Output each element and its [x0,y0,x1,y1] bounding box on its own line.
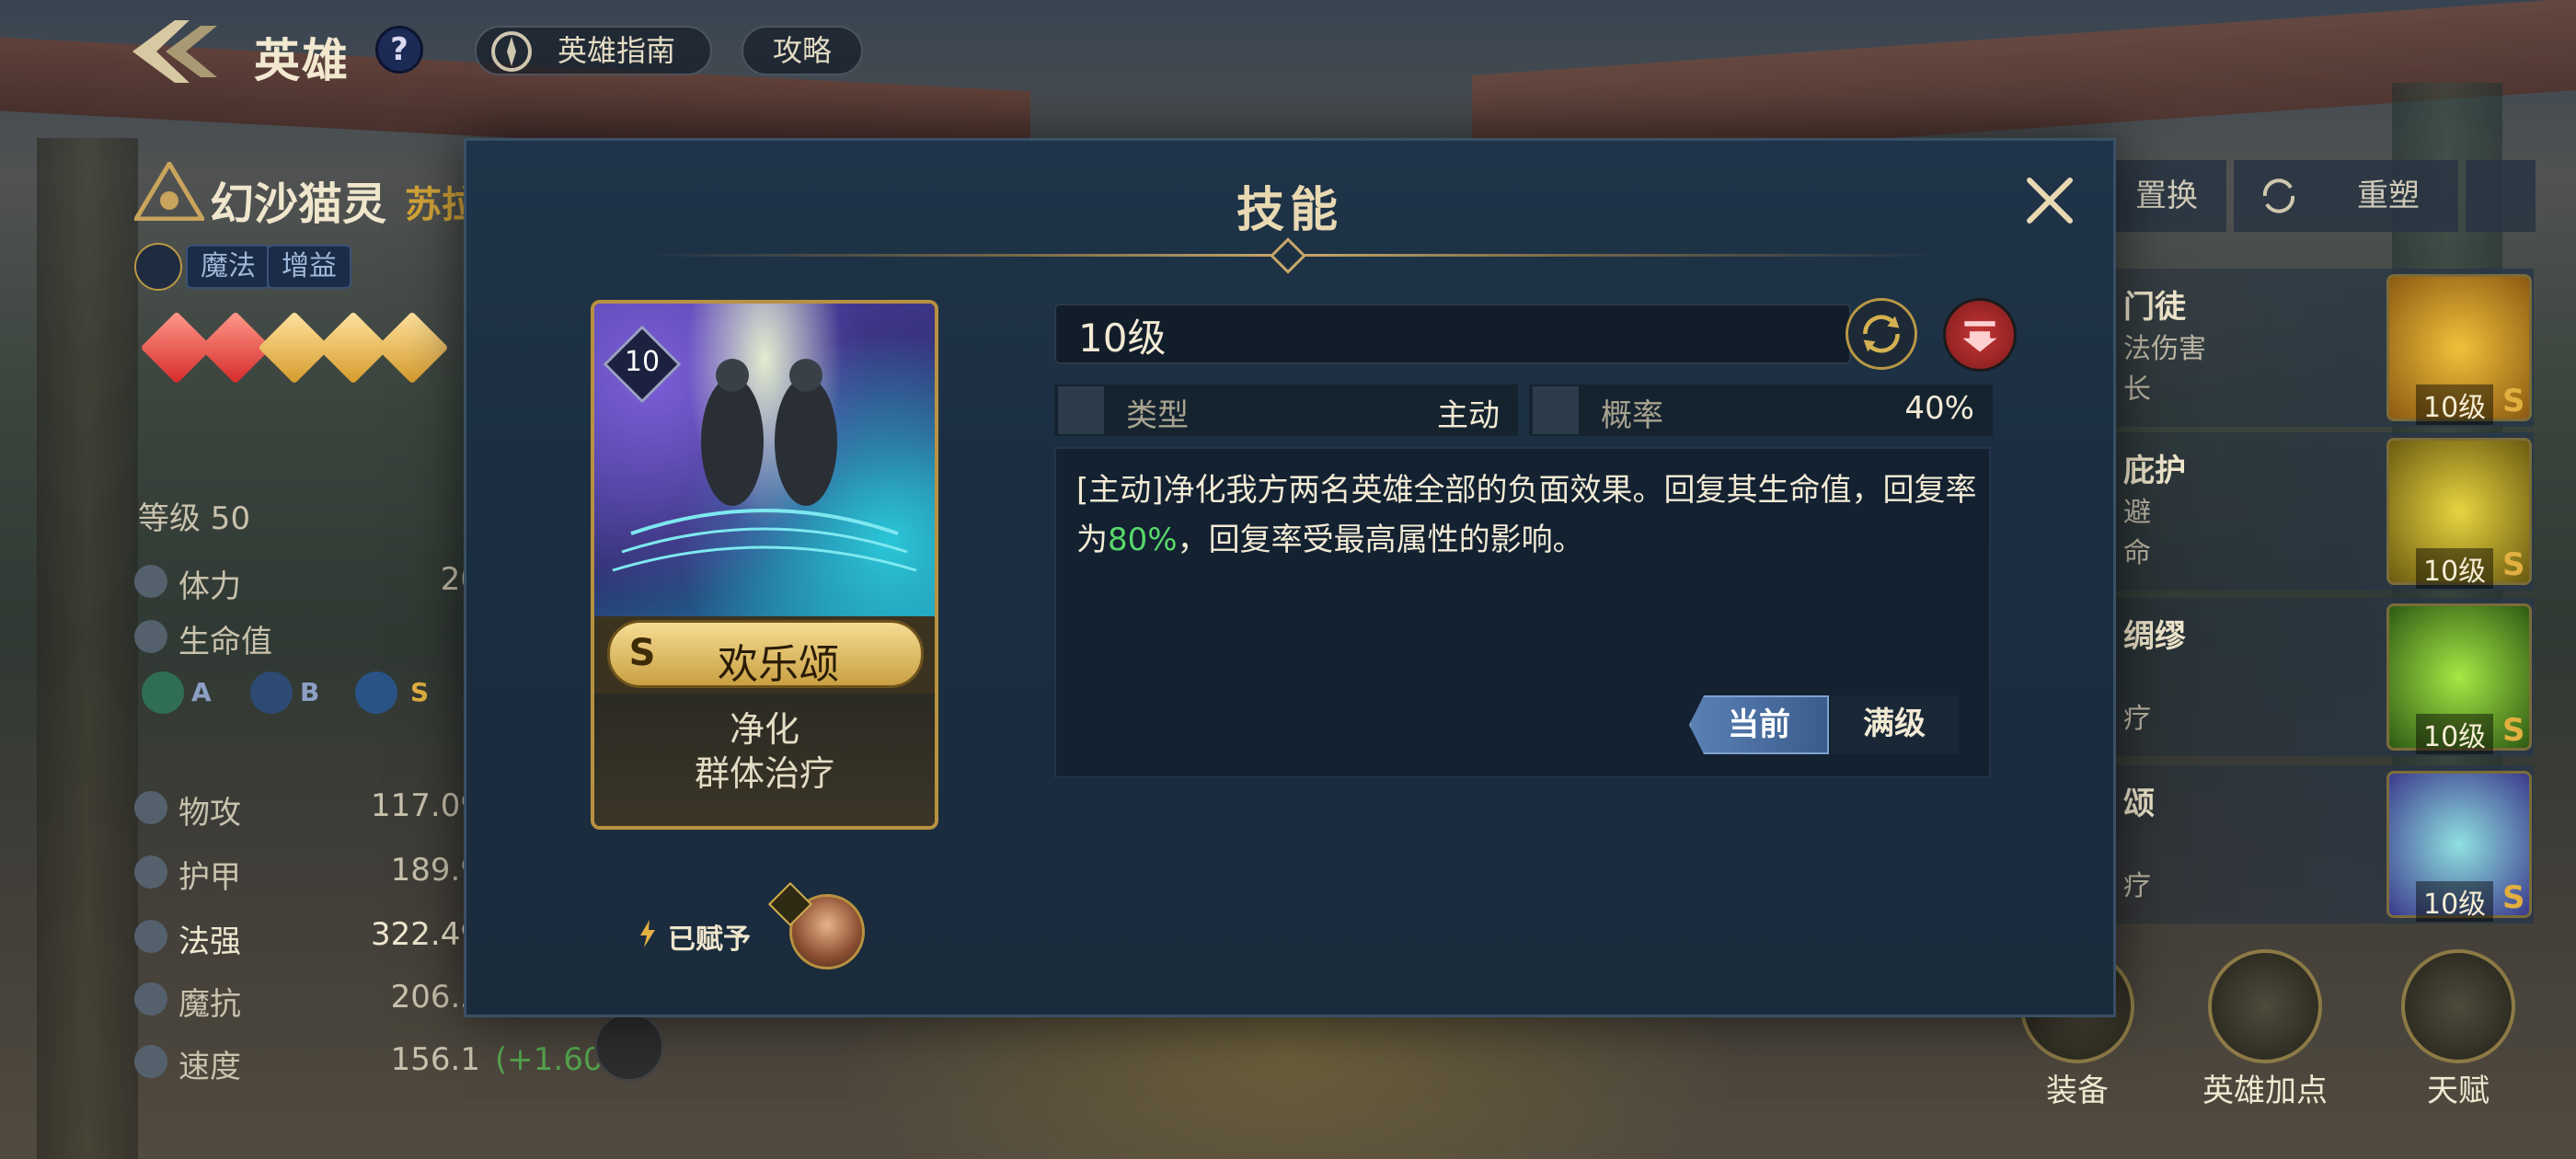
skill-slot[interactable]: 颂 疗 10级 S [2114,765,2534,924]
compass-icon [491,31,532,72]
skill-name: 欢乐颂 [718,641,839,688]
skill-slot[interactable]: 门徒 法伤害 长 10级 S [2114,269,2534,427]
layers-icon [1058,386,1104,434]
s-rank-icon: S [2502,383,2525,419]
stat-value: 206.5 [390,979,480,1016]
boot-icon [134,1045,167,1078]
skill-slot[interactable]: 庇护 避 命 10级 S [2114,432,2534,591]
stat-row-speed: 速度 156.1 (+1.60) [134,1039,615,1085]
stat-row-stamina: 体力 20 [134,559,502,605]
tab-current[interactable]: 当前 [1689,695,1829,754]
stat-row-armor: 护甲 189.9 ( [134,850,507,896]
stat-label: 法强 [178,924,241,960]
stat-row-hp: 生命值 [134,614,502,660]
lock-icon[interactable] [2466,160,2536,232]
skill-desc: 疗 [2123,703,2151,735]
level-selector[interactable] [1054,304,1851,364]
hero-points-label: 英雄加点 [2202,1073,2328,1109]
grade-b-icon [250,671,293,714]
lightning-icon [134,565,167,598]
book-icon[interactable] [594,1012,664,1082]
stat-value: 189.9 [390,852,480,889]
stat-label: 物攻 [178,795,241,832]
shield-icon [134,855,167,889]
strategy-button[interactable]: 攻略 [742,26,863,75]
skill-tag: 群体治疗 [694,753,834,794]
bolt-icon [640,920,655,947]
stat-value: 117.09 [371,787,480,824]
talent-label: 天赋 [2427,1073,2490,1109]
stat-row-attack: 物攻 117.09 ( [134,786,507,832]
stat-label: 速度 [178,1049,241,1085]
heart-icon [134,620,167,653]
skill-level: 10级 [2416,881,2494,922]
stat-value: 20 [440,561,480,598]
skill-desc: 疗 [2123,870,2151,902]
stat-label: 护甲 [178,859,241,896]
probability-value: 40% [1904,390,1974,427]
key-icon [134,243,182,291]
type-label: 类型 [1126,397,1189,434]
hero-level: 等级 50 [138,500,251,537]
refresh-icon[interactable] [1846,298,1917,370]
skill-level: 10级 [2416,714,2494,754]
skill-level-value: 10级 [1078,316,1167,361]
skill-name: 绸缪 [2123,618,2186,655]
skill-desc: 命 [2123,537,2151,569]
skill-desc: 法伤害 [2123,333,2206,365]
card-level: 10 [624,346,661,378]
close-icon[interactable] [2020,171,2079,230]
skill-description: [主动]净化我方两名英雄全部的负面效果。回复其生命值，回复率为80%，回复率受最… [1076,465,1987,565]
sword-icon [134,791,167,824]
downgrade-icon[interactable] [1943,298,2017,372]
description-text: ，回复率受最高属性的影响。 [1177,522,1584,558]
modal-title: 技能 [1236,183,1343,238]
grade-a-icon [142,671,184,714]
stat-label: 魔抗 [178,986,241,1023]
grade-label: S [410,677,430,707]
skill-tag: 净化 [729,709,799,750]
wand-icon [134,920,167,953]
stat-label: 生命值 [178,624,272,660]
hero-name: 幻沙猫灵 [210,178,387,230]
skill-slot[interactable]: 绸缪 疗 10级 S [2114,598,2534,756]
s-rank-icon: S [2502,879,2525,916]
tag-buff: 增益 [267,245,351,289]
replace-button[interactable]: 置换 [2107,160,2226,232]
grade-s-icon [355,671,397,714]
skill-desc: 避 [2123,497,2151,529]
skill-name: 庇护 [2123,453,2186,489]
assigned-label: 已赋予 [668,924,751,956]
skill-card: 10 S 欢乐颂 净化 群体治疗 [591,300,938,830]
talent-button[interactable] [2401,949,2515,1063]
page-title: 英雄 [254,34,350,87]
grade-label: A [191,677,212,707]
stat-row-magic-resist: 魔抗 206.5 ( [134,977,507,1023]
description-highlight: 80% [1108,522,1178,558]
s-rank-icon: S [2502,712,2525,749]
stat-value: 156.1 [390,1041,480,1078]
equipment-label: 装备 [2046,1073,2109,1109]
tag-magic: 魔法 [186,245,270,289]
skill-name: 门徒 [2123,289,2186,326]
s-rank-icon: S [2502,546,2525,583]
back-arrow-icon[interactable] [129,17,221,86]
stat-row-spellpower: 法强 322.49 ( [134,914,507,960]
rank-triangle-icon [134,162,204,221]
type-value: 主动 [1437,397,1500,434]
help-icon[interactable]: ? [375,26,423,74]
stat-value: 322.49 [371,916,480,953]
grade-label: B [300,677,320,707]
skill-desc: 长 [2123,373,2151,406]
hero-points-button[interactable] [2208,949,2322,1063]
skill-name: 颂 [2123,786,2155,822]
refresh-icon [2262,178,2295,213]
skill-level: 10级 [2416,384,2494,425]
stat-label: 体力 [178,568,241,605]
pie-chart-icon [1533,386,1579,434]
tab-max-level[interactable]: 满级 [1831,695,1958,754]
probability-label: 概率 [1601,397,1663,434]
skill-level: 10级 [2416,548,2494,589]
magic-shield-icon [134,982,167,1016]
